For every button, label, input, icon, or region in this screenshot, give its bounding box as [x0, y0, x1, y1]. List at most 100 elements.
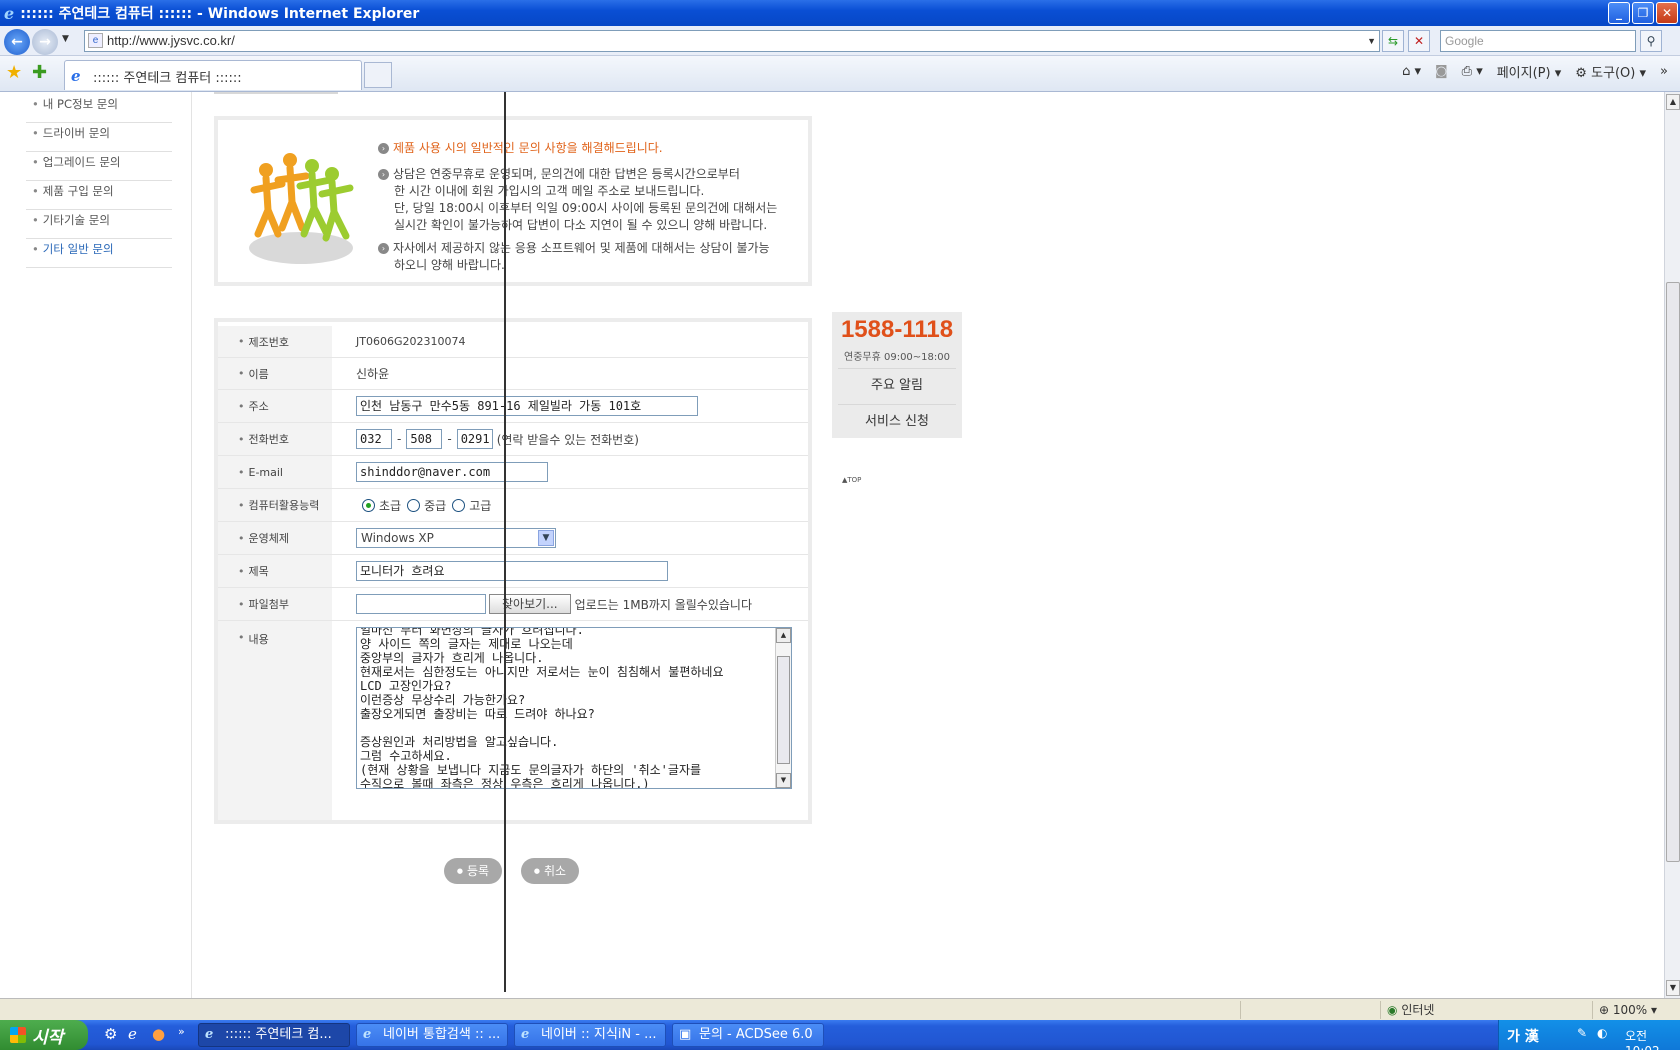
scroll-up-icon[interactable]: ▲ — [776, 628, 791, 643]
skill-radio-beginner[interactable] — [362, 498, 375, 512]
browse-button[interactable]: 찾아보기... — [489, 594, 571, 614]
close-button[interactable]: ✕ — [1656, 2, 1678, 24]
back-button[interactable]: ← — [4, 29, 30, 55]
sidebar-item-driver[interactable]: 드라이버 문의 — [26, 121, 172, 152]
service-request-link[interactable]: 서비스 신청 — [838, 404, 956, 438]
support-hours: 연중무휴 09:00~18:00 — [844, 352, 950, 363]
sidebar-item-purchase[interactable]: 제품 구입 문의 — [26, 179, 172, 210]
sidebar-item-general[interactable]: 기타 일반 문의 — [26, 237, 172, 268]
tab-jysvc[interactable]: e :::::: 주연테크 컴퓨터 :::::: — [64, 60, 362, 90]
serial-value: JT0606G202310074 — [356, 335, 466, 348]
search-input[interactable]: Google — [1440, 30, 1636, 52]
page-viewport: 내 PC정보 문의 드라이버 문의 업그레이드 문의 제품 구입 문의 기타기술… — [0, 92, 1664, 998]
content-line: 얼마전 부터 화면상의 글자가 흐려집니다. — [360, 627, 584, 637]
content-line: 이런증상 무상수리 가능한가요? — [360, 693, 526, 707]
taskbar-item-acdsee[interactable]: ▣ 문의 - ACDSee 6.0 — [672, 1023, 824, 1047]
zoom-icon: ⊕ — [1599, 1003, 1610, 1017]
email-input[interactable]: shinddor@naver.com — [356, 462, 548, 482]
gear-icon: ⚙ — [1575, 66, 1587, 81]
textarea-scroll-thumb[interactable] — [777, 656, 790, 764]
scroll-down-icon[interactable]: ▼ — [1666, 980, 1680, 996]
stop-button[interactable]: ✕ — [1408, 30, 1430, 52]
form-row-serial: 제조번호 JT0606G202310074 — [218, 326, 808, 358]
file-path-input[interactable] — [356, 594, 486, 614]
home-icon[interactable]: ⌂ ▾ — [1402, 64, 1421, 79]
zoom-level: 100% — [1612, 1003, 1648, 1017]
subject-input[interactable]: 모니터가 흐려요 — [356, 561, 668, 581]
content-line: 양 사이드 쪽의 글자는 제대로 나오는데 — [360, 637, 573, 651]
ie-tab-icon: e — [71, 67, 81, 85]
tray-network-icon[interactable]: ◐ — [1597, 1026, 1607, 1040]
cancel-button[interactable]: 취소 — [521, 858, 579, 884]
window-titlebar[interactable]: e :::::: 주연테크 컴퓨터 :::::: - Windows Inter… — [0, 0, 1680, 26]
form-row-subject: 제목 모니터가 흐려요 — [218, 555, 808, 588]
quicklaunch-desktop-icon[interactable]: ⚙ — [104, 1025, 117, 1043]
vertical-guide-line — [504, 92, 506, 992]
maximize-button[interactable]: ❐ — [1632, 2, 1654, 24]
page-menu[interactable]: 페이지(P) ▾ — [1497, 62, 1562, 81]
start-button[interactable]: 시작 — [0, 1020, 88, 1050]
scroll-up-icon[interactable]: ▲ — [1666, 94, 1680, 110]
top-link[interactable]: ▲TOP — [842, 476, 861, 484]
skill-option-label: 중급 — [424, 498, 447, 513]
taskbar-item-naver-search[interactable]: e 네이버 통합검색 :: ... — [356, 1023, 508, 1047]
address-label: 주소 — [218, 390, 332, 422]
phone-area-input[interactable]: 032 — [356, 429, 392, 449]
system-tray: 가 漢 ✎ ◐ 오전 10:02 — [1498, 1020, 1680, 1058]
os-select[interactable]: Windows XP ▼ — [356, 528, 556, 548]
content-text: 얼마전 부터 화면상의 글자가 흐려집니다. 양 사이드 쪽의 글자는 제대로 나… — [360, 627, 724, 788]
add-favorites-icon[interactable]: ✚ — [32, 62, 47, 83]
content-line: 그럼 수고하세요. — [360, 749, 452, 763]
form-row-address: 주소 인천 남동구 만수5동 891-16 제일빌라 가동 101호 — [218, 390, 808, 423]
notice-link[interactable]: 주요 알림 — [838, 368, 956, 402]
sidebar-item-upgrade[interactable]: 업그레이드 문의 — [26, 150, 172, 181]
quicklaunch-media-icon[interactable]: ● — [152, 1025, 165, 1043]
content-textarea[interactable]: 얼마전 부터 화면상의 글자가 흐려집니다. 양 사이드 쪽의 글자는 제대로 나… — [356, 627, 792, 789]
print-icon[interactable]: ⎙ ▾ — [1462, 64, 1483, 79]
new-tab-button[interactable] — [364, 62, 392, 88]
attach-label: 파일첨부 — [218, 588, 332, 620]
taskbar-item-naver-kin[interactable]: e 네이버 :: 지식iN - ... — [514, 1023, 666, 1047]
taskbar-item-jysvc[interactable]: e:::::: 주연테크 컴... — [198, 1023, 350, 1047]
chevron-more-icon[interactable]: » — [1660, 64, 1668, 79]
url-input[interactable]: e http://www.jysvc.co.kr/ ▼ — [84, 30, 1380, 52]
quicklaunch-ie-icon[interactable]: e — [128, 1025, 137, 1043]
tray-tool-icon[interactable]: ✎ — [1577, 1026, 1587, 1040]
tools-menu[interactable]: ⚙ 도구(O) ▾ — [1575, 62, 1646, 81]
phone-number-input[interactable]: 0291 — [456, 429, 493, 449]
acdsee-icon: ▣ — [679, 1027, 692, 1042]
minimize-button[interactable]: _ — [1608, 2, 1630, 24]
page-scrollbar[interactable]: ▲ ▼ — [1664, 92, 1680, 998]
quicklaunch-more-icon[interactable]: » — [178, 1025, 185, 1038]
skill-radio-advanced[interactable] — [452, 498, 466, 512]
refresh-button[interactable]: ⇆ — [1382, 30, 1404, 52]
forward-button[interactable]: → — [32, 29, 58, 55]
search-icon[interactable]: ⚲ — [1640, 30, 1662, 52]
os-label: 운영체제 — [218, 522, 332, 554]
address-input[interactable]: 인천 남동구 만수5동 891-16 제일빌라 가동 101호 — [356, 396, 698, 416]
info-headline-text: 제품 사용 시의 일반적인 문의 사항을 해결해드립니다. — [393, 141, 663, 155]
skill-label: 컴퓨터활용능력 — [218, 489, 332, 521]
page-scroll-thumb[interactable] — [1666, 282, 1680, 862]
url-dropdown-icon[interactable]: ▼ — [1367, 31, 1376, 51]
content-line: 중앙부의 글자가 흐리게 나옵니다. — [360, 651, 544, 665]
scroll-down-icon[interactable]: ▼ — [776, 773, 791, 788]
sidebar-item-tech[interactable]: 기타기술 문의 — [26, 208, 172, 239]
skill-radio-intermediate[interactable] — [407, 498, 421, 512]
status-divider — [1240, 1001, 1247, 1019]
content-line: (현재 상황을 보냅니다 지금도 문의글자가 하단의 '취소'글자를 — [360, 763, 702, 777]
phone-prefix-input[interactable]: 508 — [406, 429, 443, 449]
address-toolbar: ← → ▼ e http://www.jysvc.co.kr/ ▼ ⇆ ✕ Go… — [0, 26, 1680, 56]
info-text: 하오니 양해 바랍니다. — [394, 258, 505, 272]
textarea-scrollbar[interactable]: ▲ ▼ — [775, 628, 791, 788]
submit-button[interactable]: 등록 — [444, 858, 502, 884]
recent-pages-dropdown-icon[interactable]: ▼ — [62, 34, 69, 44]
favorites-star-icon[interactable]: ★ — [6, 62, 22, 83]
arrow-bullet-icon: › — [378, 169, 389, 180]
zoom-control[interactable]: ⊕ 100% ▾ — [1592, 1001, 1680, 1019]
chevron-down-icon[interactable]: ▼ — [538, 530, 554, 546]
taskbar-item-label: 네이버 통합검색 :: ... — [383, 1027, 501, 1042]
feeds-icon[interactable]: ◙ — [1435, 64, 1448, 79]
ime-indicator[interactable]: 가 漢 — [1507, 1026, 1539, 1046]
sidebar-item-pcinfo[interactable]: 내 PC정보 문의 — [26, 92, 172, 123]
